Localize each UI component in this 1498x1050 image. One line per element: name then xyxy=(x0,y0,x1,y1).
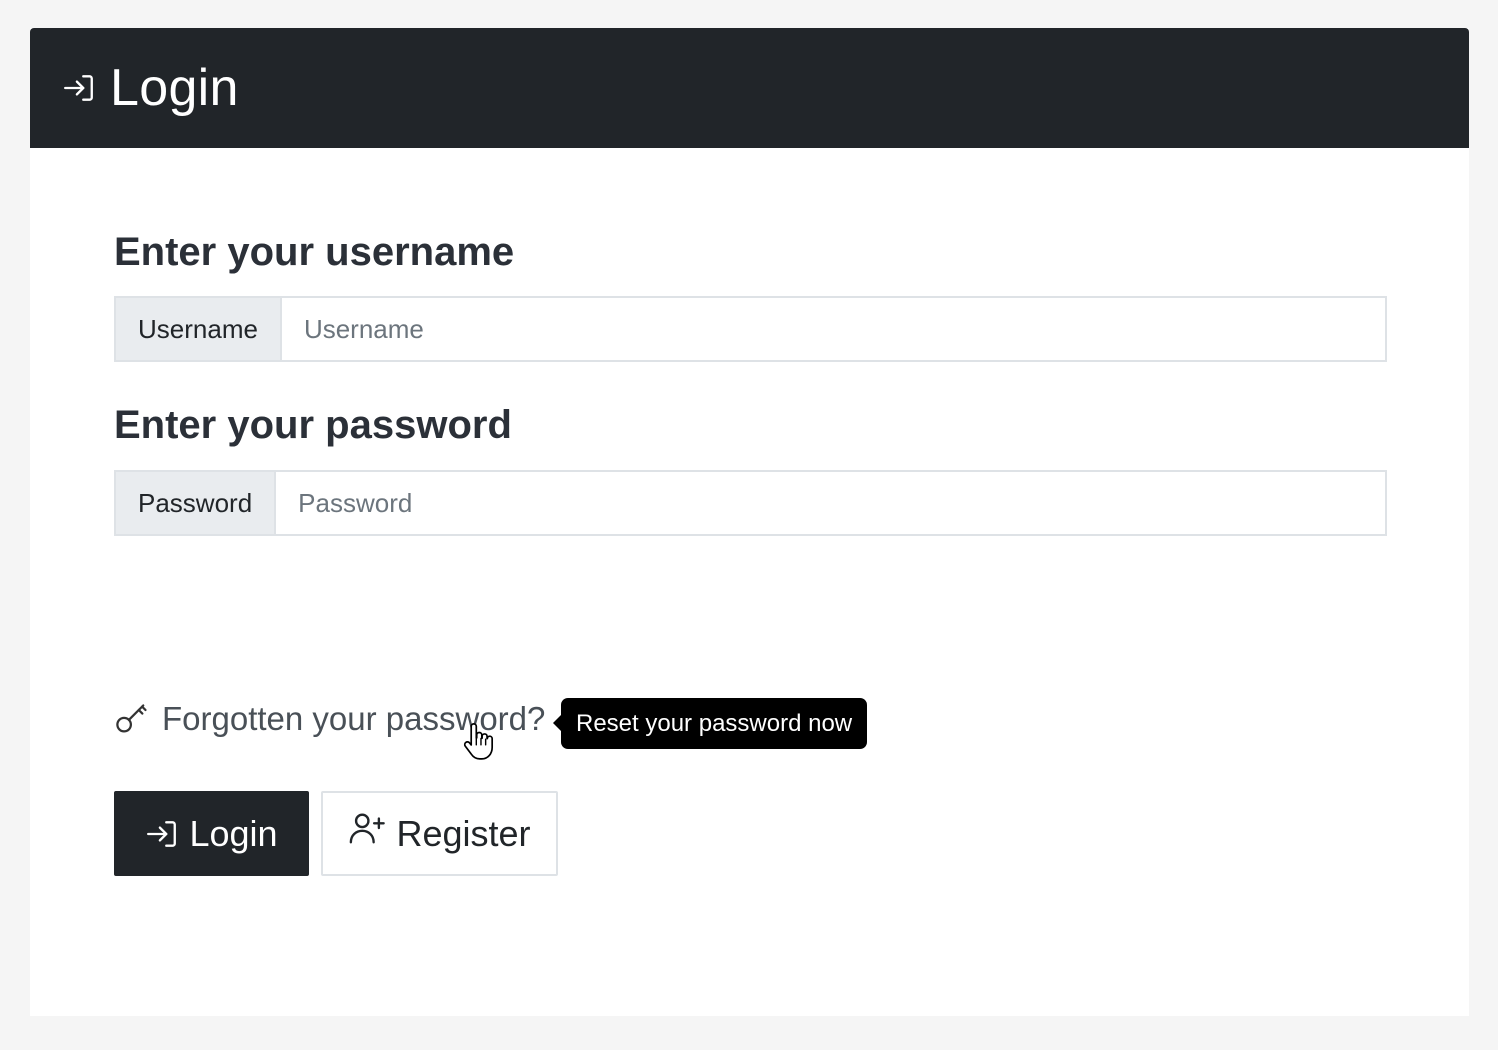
reset-password-tooltip: Reset your password now xyxy=(552,698,868,749)
username-input[interactable] xyxy=(281,298,1385,360)
login-card: Login Enter your username Username Enter… xyxy=(30,28,1469,1016)
login-button-label: Login xyxy=(189,812,278,854)
person-plus-icon xyxy=(348,809,386,847)
hand-cursor-icon xyxy=(463,723,494,760)
key-icon xyxy=(114,701,150,737)
password-input[interactable] xyxy=(276,472,1385,534)
login-icon xyxy=(62,71,96,105)
register-button[interactable]: Register xyxy=(321,791,558,876)
register-button-label: Register xyxy=(396,812,531,854)
login-icon xyxy=(145,817,179,851)
password-section-label: Enter your password xyxy=(114,403,512,447)
login-button[interactable]: Login xyxy=(114,791,309,876)
password-addon: Password xyxy=(116,472,277,534)
username-input-group: Username xyxy=(114,296,1387,362)
password-input-group: Password xyxy=(114,470,1387,536)
username-section-label: Enter your username xyxy=(114,230,515,274)
card-header: Login xyxy=(30,28,1469,148)
page-title: Login xyxy=(110,59,239,117)
username-addon: Username xyxy=(116,298,282,360)
